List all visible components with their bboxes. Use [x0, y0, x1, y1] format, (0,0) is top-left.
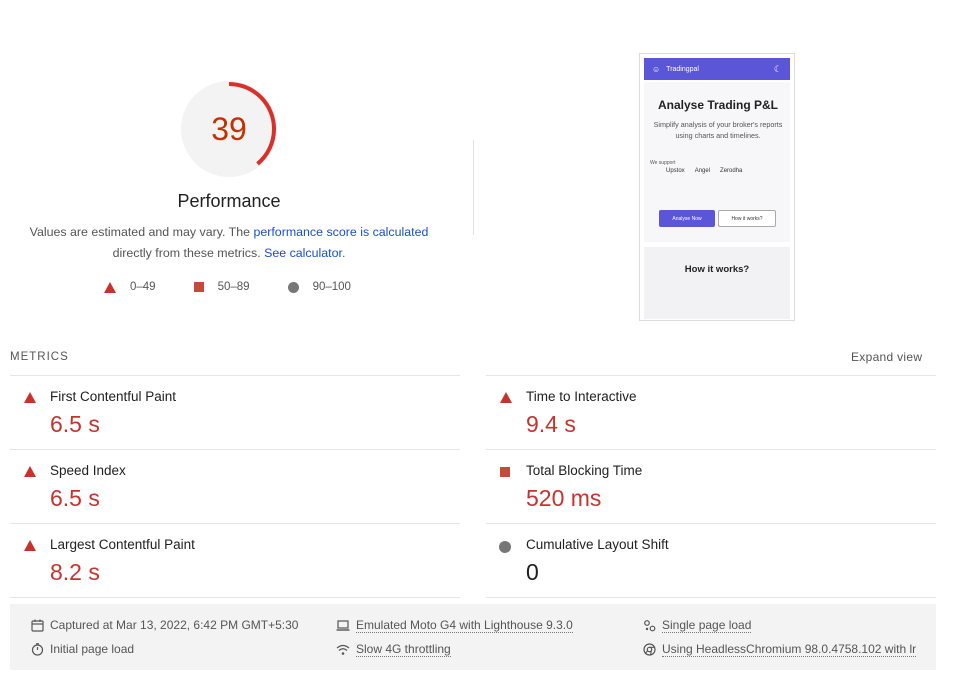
- single-page-load[interactable]: Single page load: [642, 618, 752, 633]
- metric-label: Time to Interactive: [526, 389, 637, 404]
- thumb-navbar: ☺ Tradingpal ☾: [644, 58, 790, 80]
- legend-fail: 0–49: [104, 281, 156, 293]
- chrome-icon: [642, 643, 656, 657]
- expand-view-button[interactable]: Expand view: [851, 350, 922, 364]
- single-text: Single page load: [662, 618, 752, 633]
- performance-title: Performance: [177, 191, 281, 211]
- description-period: .: [341, 246, 346, 260]
- thumb-subtitle: Simplify analysis of your broker's repor…: [653, 120, 783, 140]
- vertical-divider: [473, 140, 474, 235]
- captured-text: Captured at Mar 13, 2022, 6:42 PM GMT+5:…: [50, 618, 299, 632]
- divider: [486, 597, 936, 598]
- legend-pass: 90–100: [287, 281, 351, 293]
- runtime-settings: Captured at Mar 13, 2022, 6:42 PM GMT+5:…: [10, 604, 936, 670]
- metric-largest-contentful-paint: Largest Contentful Paint 8.2 s: [10, 523, 460, 597]
- metric-label: First Contentful Paint: [50, 389, 177, 404]
- description-text: Values are estimated and may vary. The: [29, 225, 254, 239]
- metric-label: Largest Contentful Paint: [50, 537, 195, 552]
- metric-time-to-interactive: Time to Interactive 9.4 s: [486, 375, 936, 449]
- initial-page-load: Initial page load: [30, 642, 134, 656]
- thumb-how-button: How it works?: [718, 210, 776, 227]
- see-calculator-link[interactable]: See calculator: [264, 246, 342, 260]
- browser-text: Using HeadlessChromium 98.0.4758.102 wit…: [662, 642, 917, 657]
- metric-value: 8.2 s: [50, 559, 100, 585]
- final-screenshot[interactable]: ☺ Tradingpal ☾ Analyse Trading P&L Simpl…: [639, 53, 795, 321]
- device-text: Emulated Moto G4 with Lighthouse 9.3.0: [356, 618, 573, 633]
- captured-at: Captured at Mar 13, 2022, 6:42 PM GMT+5:…: [30, 618, 298, 632]
- logo-icon: ☺: [652, 64, 661, 74]
- divider: [10, 597, 460, 598]
- thumb-how-section: [644, 247, 790, 319]
- network-throttling[interactable]: Slow 4G throttling: [336, 642, 451, 657]
- metric-first-contentful-paint: First Contentful Paint 6.5 s: [10, 375, 460, 449]
- browser-version[interactable]: Using HeadlessChromium 98.0.4758.102 wit…: [642, 642, 926, 657]
- broker-zerodha: Zerodha: [720, 168, 743, 174]
- fail-triangle-icon: [24, 392, 36, 403]
- legend-label: 0–49: [130, 281, 156, 293]
- performance-gauge: 39: [178, 78, 280, 180]
- metric-value: 9.4 s: [526, 411, 576, 437]
- triangle-icon: [104, 281, 116, 293]
- thumb-how-title: How it works?: [684, 264, 750, 275]
- score-legend: 0–49 50–89 90–100: [104, 281, 351, 293]
- legend-label: 90–100: [312, 281, 351, 293]
- thumb-support-label: We support: [650, 160, 676, 166]
- metric-cumulative-layout-shift: Cumulative Layout Shift 0: [486, 523, 936, 597]
- legend-label: 50–89: [217, 281, 250, 293]
- pass-circle-icon: [499, 541, 511, 553]
- performance-description: Values are estimated and may vary. The p…: [24, 222, 434, 264]
- circle-icon: [287, 281, 299, 293]
- timer-icon: [30, 642, 44, 656]
- metric-label: Cumulative Layout Shift: [526, 537, 669, 552]
- broker-angel: Angel: [694, 168, 711, 174]
- metric-value: 0: [526, 559, 539, 585]
- metric-value: 6.5 s: [50, 485, 100, 511]
- fail-triangle-icon: [500, 392, 512, 403]
- description-text-2: directly from these metrics.: [112, 246, 265, 260]
- laptop-icon: [336, 619, 350, 633]
- fail-triangle-icon: [24, 540, 36, 551]
- initial-text: Initial page load: [50, 642, 135, 656]
- metric-total-blocking-time: Total Blocking Time 520 ms: [486, 449, 936, 523]
- performance-score: 39: [211, 111, 247, 147]
- broker-upstox: Upstox: [666, 168, 685, 174]
- thumb-brand: Tradingpal: [666, 65, 699, 73]
- thumb-title: Analyse Trading P&L: [657, 98, 779, 112]
- throttling-text: Slow 4G throttling: [356, 642, 451, 657]
- emulated-device[interactable]: Emulated Moto G4 with Lighthouse 9.3.0: [336, 618, 573, 633]
- metric-label: Speed Index: [50, 463, 126, 478]
- metric-label: Total Blocking Time: [526, 463, 643, 478]
- calendar-icon: [30, 618, 44, 632]
- square-icon: [193, 282, 204, 292]
- page-load-icon: [642, 619, 656, 633]
- average-square-icon: [500, 467, 510, 477]
- metric-value: 6.5 s: [50, 411, 100, 437]
- score-calculated-link[interactable]: performance score is calculated: [253, 225, 428, 239]
- moon-icon: ☾: [773, 63, 782, 74]
- thumb-analyse-button: Analyse Now: [659, 210, 715, 227]
- fail-triangle-icon: [24, 466, 36, 477]
- legend-average: 50–89: [193, 281, 250, 293]
- thumb-brokers: Upstox Angel Zerodha: [666, 168, 752, 174]
- wifi-icon: [336, 643, 350, 657]
- metric-value: 520 ms: [526, 485, 602, 511]
- metrics-header: METRICS: [10, 351, 69, 363]
- metric-speed-index: Speed Index 6.5 s: [10, 449, 460, 523]
